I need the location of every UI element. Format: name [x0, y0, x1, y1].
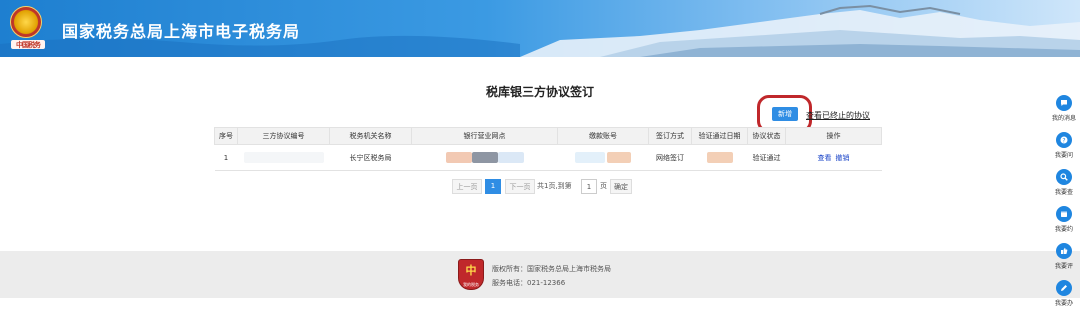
page-total-text: 共1页,到第: [537, 182, 572, 190]
sidebar-item-label: 我要评: [1054, 263, 1073, 270]
bank-branch-redacted: [411, 144, 558, 171]
page-unit-text: 页: [600, 182, 607, 190]
agreement-number-redacted: [237, 144, 330, 171]
search-icon: [1056, 169, 1072, 185]
prev-page-button[interactable]: 上一页: [452, 179, 482, 194]
cancel-link[interactable]: 撤销: [836, 154, 850, 162]
row-index: 1: [214, 144, 238, 171]
column-header: 协议状态: [747, 127, 786, 145]
sidebar-item-label: 我要约: [1054, 226, 1073, 233]
footer-phone: 服务电话：021-12366: [492, 279, 566, 287]
column-header: 序号: [214, 127, 238, 145]
column-header: 缴款账号: [557, 127, 649, 145]
column-header: 银行营业网点: [411, 127, 558, 145]
column-header: 操作: [785, 127, 882, 145]
current-page-button[interactable]: 1: [485, 179, 501, 194]
column-header: 税务机关名称: [329, 127, 412, 145]
tax-office-name: 长宁区税务局: [329, 144, 412, 171]
confirm-button[interactable]: 确定: [610, 179, 632, 194]
sidebar-item-ask[interactable]: ? 我要问: [1049, 132, 1079, 159]
emblem-caption: 中国税务: [11, 40, 45, 49]
footer-copyright: 版权所有：国家税务总局上海市税务局: [492, 265, 611, 273]
site-title: 国家税务总局上海市电子税务局: [62, 22, 301, 41]
footer: [0, 251, 1080, 298]
sidebar-item-label: 我要办: [1054, 300, 1073, 307]
rating-icon: [1056, 243, 1072, 259]
sidebar-item-query[interactable]: 我要查: [1049, 169, 1079, 196]
account-number-redacted: [557, 144, 649, 171]
table-row: 1 长宁区税务局 网络签订 验证通过 查看 撤销: [214, 144, 882, 171]
view-terminated-link[interactable]: 查看已终止的协议: [806, 110, 870, 121]
column-header: 签订方式: [648, 127, 692, 145]
sidebar-item-handle[interactable]: 我要办: [1049, 280, 1079, 307]
goto-page-input[interactable]: 1: [581, 179, 597, 194]
tax-logo-text: 我的税务: [463, 282, 479, 287]
tax-logo-glyph: 中: [465, 264, 477, 277]
sidebar-item-label: 我要问: [1054, 152, 1073, 159]
svg-text:?: ?: [1062, 137, 1065, 144]
edit-icon: [1056, 280, 1072, 296]
sidebar-item-label: 我要查: [1054, 189, 1073, 196]
site-header: 中国税务 国家税务总局上海市电子税务局: [0, 0, 1080, 57]
agreement-table: 序号 三方协议编号 税务机关名称 银行营业网点 缴款账号 签订方式 验证通过日期…: [214, 127, 882, 171]
sidebar-item-messages[interactable]: 我的消息: [1049, 95, 1079, 122]
sidebar-item-evaluate[interactable]: 我要评: [1049, 243, 1079, 270]
row-actions: 查看 撤销: [785, 144, 882, 171]
sign-method: 网络签订: [648, 144, 692, 171]
verify-date-redacted: [691, 144, 748, 171]
view-link[interactable]: 查看: [818, 154, 832, 162]
column-header: 三方协议编号: [237, 127, 330, 145]
calendar-icon: [1056, 206, 1072, 222]
column-header: 验证通过日期: [691, 127, 748, 145]
message-icon: [1056, 95, 1072, 111]
agreement-status: 验证通过: [747, 144, 786, 171]
national-emblem-icon: [10, 6, 42, 38]
table-header-row: 序号 三方协议编号 税务机关名称 银行营业网点 缴款账号 签订方式 验证通过日期…: [214, 127, 882, 145]
sidebar-item-appointment[interactable]: 我要约: [1049, 206, 1079, 233]
next-page-button[interactable]: 下一页: [505, 179, 535, 194]
page-title: 税库银三方协议签订: [485, 85, 594, 99]
question-icon: ?: [1056, 132, 1072, 148]
sidebar-item-label: 我的消息: [1051, 115, 1076, 122]
